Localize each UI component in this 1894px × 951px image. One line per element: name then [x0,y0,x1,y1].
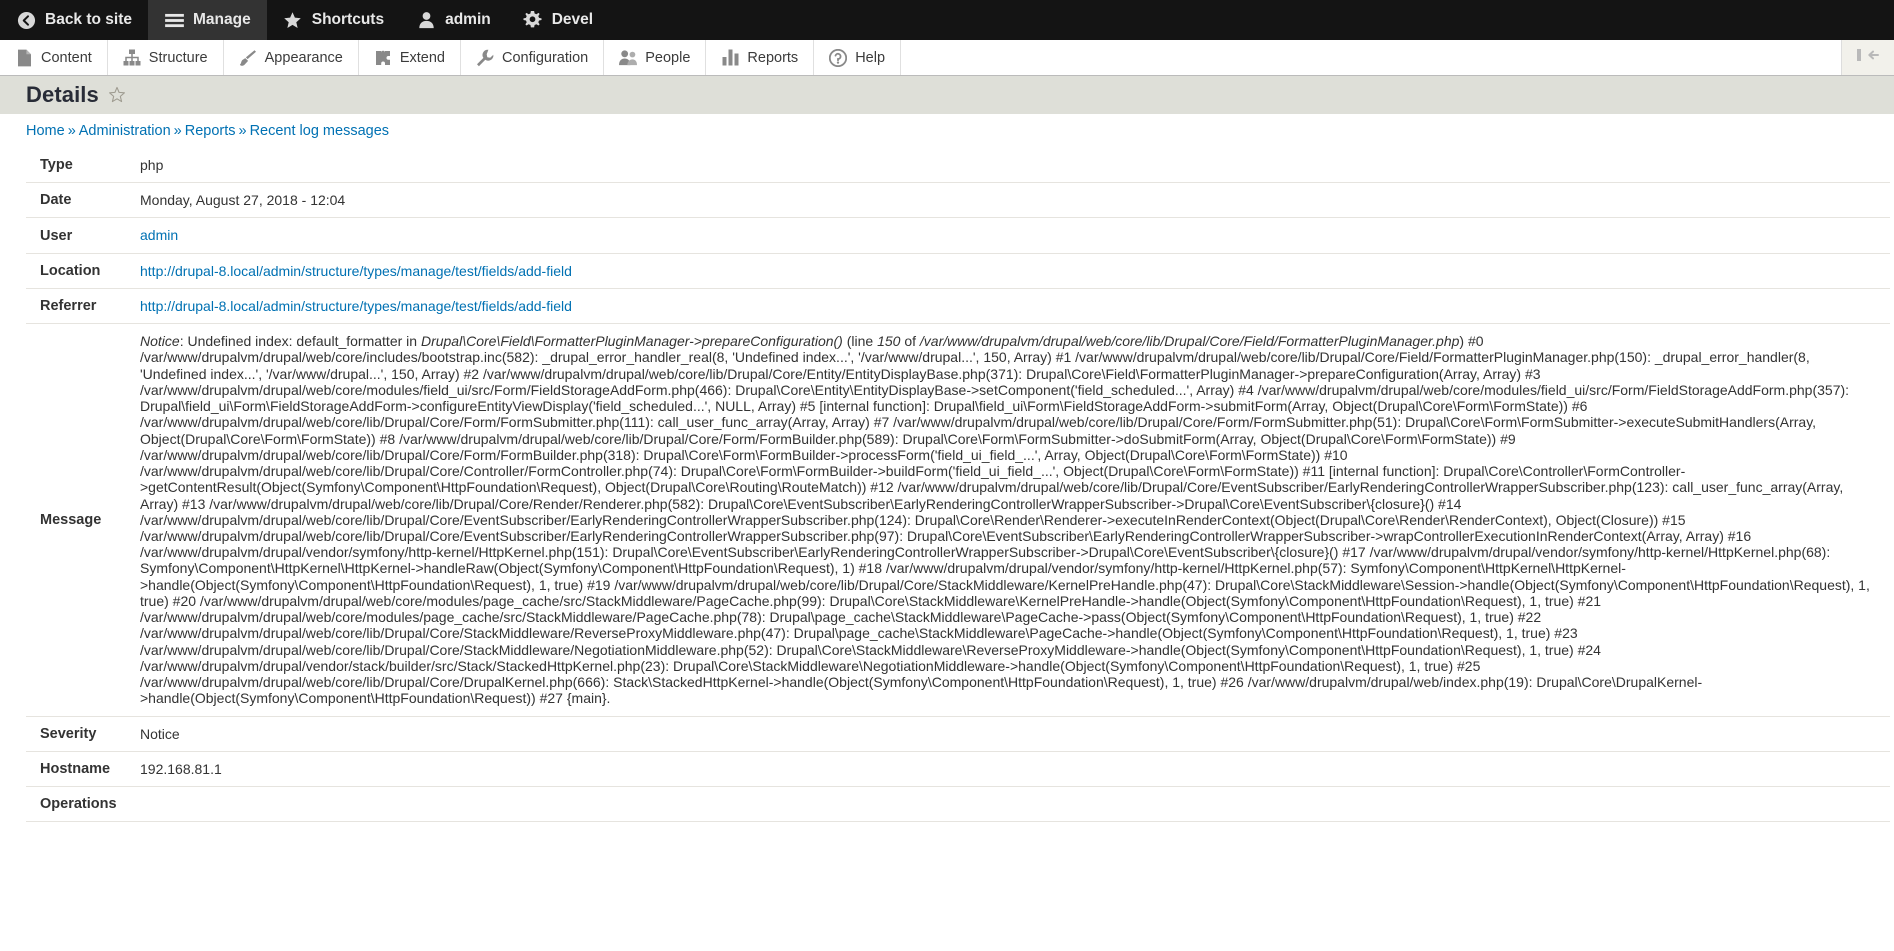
sitemap-icon [123,49,141,67]
admin-menu-item-label: Reports [747,49,799,66]
breadcrumb-link-home[interactable]: Home [26,123,65,139]
table-row: Date Monday, August 27, 2018 - 12:04 [26,183,1890,218]
back-arrow-icon [16,10,36,30]
toolbar-item-manage[interactable]: Manage [148,0,267,40]
row-value-operations [140,787,1890,822]
toolbar-item-label: Back to site [45,11,133,28]
row-label-type: Type [40,157,73,174]
row-value-hostname: 192.168.81.1 [140,760,222,777]
row-value-type: php [140,157,164,173]
breadcrumb-link-reports[interactable]: Reports [185,123,236,139]
question-circle-icon [829,48,848,67]
admin-menu-item-appearance[interactable]: Appearance [224,40,359,75]
admin-menu-item-label: Content [41,49,92,66]
table-row: Operations [26,787,1890,822]
breadcrumb-separator: » [238,123,247,139]
table-row: Type php [26,148,1890,183]
admin-menu-item-content[interactable]: Content [0,40,108,75]
admin-menu-item-people[interactable]: People [604,40,707,75]
row-label-user: User [40,227,73,244]
admin-toolbar-bar: Back to site Manage Shortcuts admin Devel [0,0,1894,40]
bar-chart-icon [721,49,739,67]
user-icon [416,10,436,30]
puzzle-icon [374,49,392,67]
admin-menu-item-configuration[interactable]: Configuration [461,40,605,75]
star-icon [283,10,303,30]
admin-menu-spacer [901,40,1842,75]
breadcrumb: Home» Administration» Reports» Recent log m… [0,114,1894,148]
log-message-text: Notice: Undefined index: default_formatt… [140,333,1870,707]
admin-menu-bar: Content Structure Appearance Extend Configur… [0,40,1894,76]
table-row: User admin [26,218,1890,254]
row-value-date: Monday, August 27, 2018 - 12:04 [140,192,346,209]
admin-menu-item-label: Configuration [502,49,589,66]
toolbar-item-label: Manage [193,11,251,28]
paintbrush-icon [239,49,257,67]
row-value-user: admin [140,218,1890,253]
admin-menu-item-label: Help [855,49,886,66]
admin-menu-items: Content Structure Appearance Extend Configur… [0,40,902,75]
admin-menu-item-extend[interactable]: Extend [359,40,461,75]
admin-menu-item-label: Structure [148,49,208,66]
row-label-location: Location [40,262,101,279]
toolbar-item-admin[interactable]: admin [400,0,507,40]
admin-menu-item-label: Appearance [264,49,343,66]
table-row: Referrer http://drupal-8.local/admin/stru… [26,288,1890,324]
hamburger-icon [164,10,184,30]
main-content: Home» Administration» Reports» Recent log m… [0,114,1894,951]
admin-menu-item-label: Extend [399,49,445,66]
table-row: Hostname 192.168.81.1 [26,751,1890,787]
row-value-link-location[interactable]: http://drupal-8.local/admin/structure/ty… [140,263,572,279]
admin-menu-item-structure[interactable]: Structure [108,40,224,75]
file-icon [15,49,33,67]
row-label-hostname: Hostname [40,760,111,777]
row-value-location: http://drupal-8.local/admin/structure/ty… [140,253,1890,288]
row-label-date: Date [40,192,72,209]
breadcrumb-link-administration[interactable]: Administration [79,123,171,139]
admin-menu-item-reports[interactable]: Reports [706,40,815,75]
log-details-table: Type php Date Monday, August 27, 2018 - 12:… [26,148,1890,822]
toolbar-item-label: Devel [551,11,594,28]
vertical-orientation-toggle-icon [1857,48,1879,67]
row-value-link-referrer[interactable]: http://drupal-8.local/admin/structure/ty… [140,298,572,314]
row-value-link-user[interactable]: admin [140,227,178,243]
row-label-operations: Operations [40,796,117,813]
table-row: Location http://drupal-8.local/admin/stru… [26,253,1890,289]
breadcrumb-link-recent-log-messages[interactable]: Recent log messages [250,123,389,139]
gear-icon [523,10,543,30]
admin-menu-item-help[interactable]: Help [814,40,902,75]
row-label-message: Message [40,511,102,528]
row-label-referrer: Referrer [40,298,97,315]
toolbar-item-shortcuts[interactable]: Shortcuts [267,0,400,40]
toolbar-item-devel[interactable]: Devel [507,0,609,40]
row-label-severity: Severity [40,725,97,742]
table-row: Severity Notice [26,716,1890,752]
breadcrumb-separator: » [173,123,182,139]
toolbar-orientation-toggle-button[interactable] [1842,40,1894,75]
row-value-referrer: http://drupal-8.local/admin/structure/ty… [140,288,1890,323]
admin-menu-item-label: People [645,49,691,66]
log-details-table-body: Type php Date Monday, August 27, 2018 - 12:… [26,148,1890,822]
toolbar-item-back-to-site[interactable]: Back to site [0,0,148,40]
toolbar-item-label: admin [445,11,491,28]
page-title: Details [26,82,99,107]
people-icon [619,49,638,67]
toolbar-item-label: Shortcuts [311,11,385,28]
wrench-icon [476,49,494,67]
breadcrumb-separator: » [67,123,76,139]
table-row: Message Notice: Undefined index: default_… [26,324,1890,717]
star-outline-icon[interactable] [108,86,126,104]
row-value-severity: Notice [140,725,180,742]
page-title-band: Details [0,76,1894,114]
